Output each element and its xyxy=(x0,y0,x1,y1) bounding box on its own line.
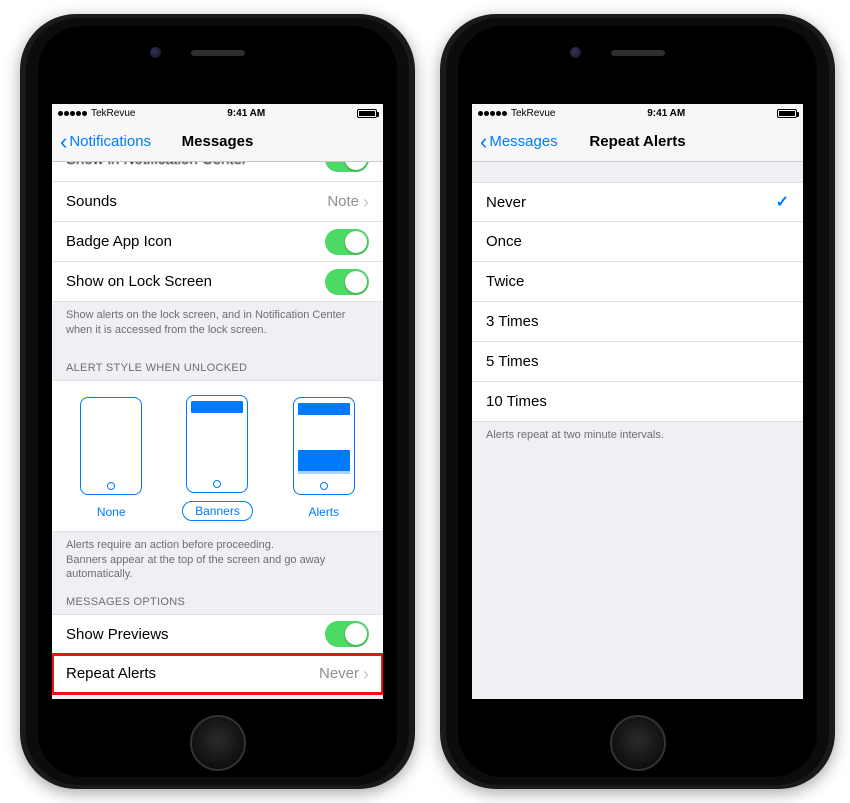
option-label: 10 Times xyxy=(486,393,547,410)
speaker-slot xyxy=(611,50,665,56)
status-bar: TekRevue 9:41 AM xyxy=(52,104,383,122)
repeat-footnote: Alerts repeat at two minute intervals. xyxy=(472,422,803,453)
battery-icon xyxy=(777,109,797,118)
style-banners[interactable]: Banners xyxy=(171,395,263,521)
option-label: Never xyxy=(486,194,526,211)
back-button[interactable]: ‹ Messages xyxy=(480,131,558,153)
toggle-show-in-nc[interactable] xyxy=(325,162,369,172)
style-none-icon xyxy=(80,397,142,495)
toggle-lock-screen[interactable] xyxy=(325,269,369,295)
row-show-on-lock[interactable]: Show on Lock Screen xyxy=(52,262,383,302)
alert-style-picker: None Banners Alerts xyxy=(52,380,383,532)
style-none[interactable]: None xyxy=(65,397,157,521)
row-label: Show Previews xyxy=(66,626,169,643)
option-label: 3 Times xyxy=(486,313,539,330)
toggle-badge[interactable] xyxy=(325,229,369,255)
option-twice[interactable]: Twice xyxy=(472,262,803,302)
messages-options-header: MESSAGES OPTIONS xyxy=(52,592,383,614)
option-once[interactable]: Once xyxy=(472,222,803,262)
row-label: Repeat Alerts xyxy=(66,665,156,682)
style-label-selected: Banners xyxy=(182,501,253,521)
home-button[interactable] xyxy=(610,715,666,771)
battery-icon xyxy=(357,109,377,118)
lock-screen-footnote: Show alerts on the lock screen, and in N… xyxy=(52,302,383,348)
nav-bar: ‹ Messages Repeat Alerts xyxy=(472,122,803,162)
row-label: Show on Lock Screen xyxy=(66,273,212,290)
front-camera xyxy=(570,47,581,58)
option-never[interactable]: Never ✓ xyxy=(472,182,803,222)
screen-messages-settings: TekRevue 9:41 AM ‹ Notifications Message… xyxy=(52,104,383,699)
option-10-times[interactable]: 10 Times xyxy=(472,382,803,422)
alert-style-footnote: Alerts require an action before proceedi… xyxy=(52,532,383,593)
signal-dots-icon xyxy=(58,111,87,116)
option-label: 5 Times xyxy=(486,353,539,370)
phone-right: TekRevue 9:41 AM ‹ Messages Repeat Alert… xyxy=(440,14,835,789)
style-label: Alerts xyxy=(308,505,339,519)
row-label: Badge App Icon xyxy=(66,233,172,250)
row-show-in-nc[interactable]: Show in Notification Center xyxy=(52,162,383,182)
style-label: None xyxy=(97,505,126,519)
chevron-right-icon: › xyxy=(363,665,369,683)
back-button[interactable]: ‹ Notifications xyxy=(60,131,151,153)
check-icon: ✓ xyxy=(776,192,789,212)
style-alerts[interactable]: Alerts xyxy=(278,397,370,521)
status-bar: TekRevue 9:41 AM xyxy=(472,104,803,122)
signal-dots-icon xyxy=(478,111,507,116)
row-label: Sounds xyxy=(66,193,117,210)
row-show-previews[interactable]: Show Previews xyxy=(52,614,383,654)
row-value: Never xyxy=(319,665,359,682)
carrier-label: TekRevue xyxy=(511,108,555,119)
row-sounds[interactable]: Sounds Note › xyxy=(52,182,383,222)
option-5-times[interactable]: 5 Times xyxy=(472,342,803,382)
back-label: Messages xyxy=(489,133,557,150)
row-value: Note xyxy=(327,193,359,210)
row-badge-app-icon[interactable]: Badge App Icon xyxy=(52,222,383,262)
option-label: Once xyxy=(486,233,522,250)
option-label: Twice xyxy=(486,273,524,290)
chevron-left-icon: ‹ xyxy=(60,131,67,153)
option-3-times[interactable]: 3 Times xyxy=(472,302,803,342)
repeat-options-list: Never ✓ Once Twice 3 Times 5 Times 10 Times xyxy=(472,182,803,422)
chevron-right-icon: › xyxy=(363,193,369,211)
row-repeat-alerts[interactable]: Repeat Alerts Never › xyxy=(52,654,383,694)
nav-bar: ‹ Notifications Messages xyxy=(52,122,383,162)
phone-left: TekRevue 9:41 AM ‹ Notifications Message… xyxy=(20,14,415,789)
back-label: Notifications xyxy=(69,133,151,150)
chevron-left-icon: ‹ xyxy=(480,131,487,153)
screen-repeat-alerts: TekRevue 9:41 AM ‹ Messages Repeat Alert… xyxy=(472,104,803,699)
carrier-label: TekRevue xyxy=(91,108,135,119)
speaker-slot xyxy=(191,50,245,56)
alert-style-header: ALERT STYLE WHEN UNLOCKED xyxy=(52,348,383,380)
clock: 9:41 AM xyxy=(647,108,685,119)
style-alerts-icon xyxy=(293,397,355,495)
home-button[interactable] xyxy=(190,715,246,771)
front-camera xyxy=(150,47,161,58)
clock: 9:41 AM xyxy=(227,108,265,119)
style-banners-icon xyxy=(186,395,248,493)
toggle-show-previews[interactable] xyxy=(325,621,369,647)
